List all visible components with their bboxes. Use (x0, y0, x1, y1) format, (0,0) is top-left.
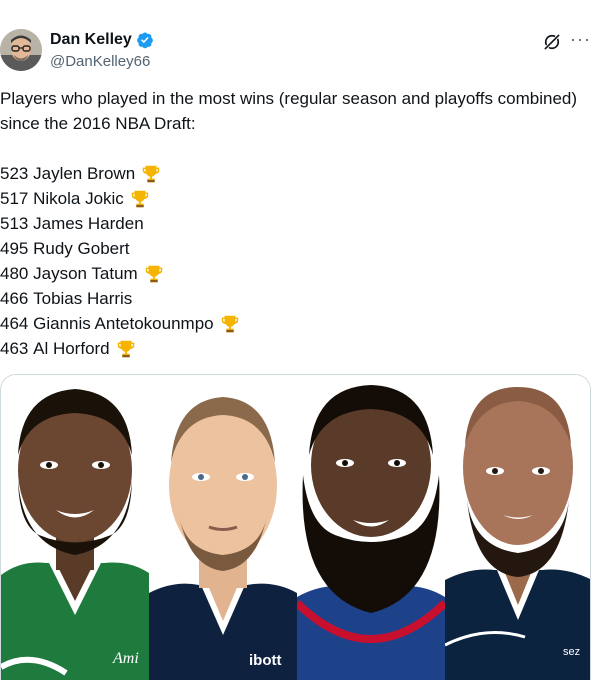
player-name: Jaylen Brown (33, 164, 136, 183)
jersey-text-2: ibott (249, 652, 281, 669)
jersey-text-3: sez (563, 646, 580, 658)
player-name: Jayson Tatum (33, 264, 138, 283)
player-name: Al Horford (33, 339, 110, 358)
player-row: 464 Giannis Antetokounmpo (0, 311, 580, 336)
player-row: 517 Nikola Jokic (0, 186, 580, 211)
trophy-icon (129, 188, 151, 210)
player-wins: 523 (0, 164, 29, 183)
player-row: 495 Rudy Gobert (0, 236, 580, 261)
tweet-text: Players who played in the most wins (reg… (0, 86, 580, 361)
player-wins: 464 (0, 314, 29, 333)
tweet-header: Dan Kelley @DanKelley66 ··· (0, 26, 608, 74)
player-wins: 463 (0, 339, 29, 358)
player-name: Tobias Harris (33, 289, 133, 308)
player-photo-4: sez (445, 375, 590, 680)
player-name: Nikola Jokic (33, 189, 124, 208)
player-name: James Harden (33, 214, 144, 233)
player-photo-2: ibott (149, 375, 297, 680)
player-name: Giannis Antetokounmpo (33, 314, 214, 333)
player-wins: 466 (0, 289, 29, 308)
player-wins: 495 (0, 239, 29, 258)
trophy-icon (143, 263, 165, 285)
author-handle[interactable]: @DanKelley66 (50, 53, 150, 70)
player-list: 523 Jaylen Brown 517 Nikola Jokic 513 Jame… (0, 161, 580, 361)
player-row: 466 Tobias Harris (0, 286, 580, 311)
player-wins: 517 (0, 189, 29, 208)
more-icon[interactable]: ··· (570, 29, 591, 50)
player-photo-1: Ami (1, 375, 149, 680)
player-row: 513 James Harden (0, 211, 580, 236)
player-wins: 480 (0, 264, 29, 283)
trophy-icon (140, 163, 162, 185)
player-photo-3 (297, 375, 445, 680)
media-image[interactable]: Ami ibott sez (0, 374, 591, 680)
avatar[interactable] (0, 29, 42, 71)
trophy-icon (115, 338, 137, 360)
jersey-text-1: Ami (112, 650, 139, 667)
verified-badge-icon (136, 32, 153, 49)
player-row: 480 Jayson Tatum (0, 261, 580, 286)
grok-icon[interactable] (542, 32, 562, 52)
author-name-row[interactable]: Dan Kelley (50, 31, 154, 49)
author-name[interactable]: Dan Kelley (50, 31, 132, 49)
player-name: Rudy Gobert (33, 239, 130, 258)
player-row: 523 Jaylen Brown (0, 161, 580, 186)
player-wins: 513 (0, 214, 29, 233)
player-row: 463 Al Horford (0, 336, 580, 361)
tweet-intro: Players who played in the most wins (reg… (0, 89, 578, 133)
trophy-icon (219, 313, 241, 335)
